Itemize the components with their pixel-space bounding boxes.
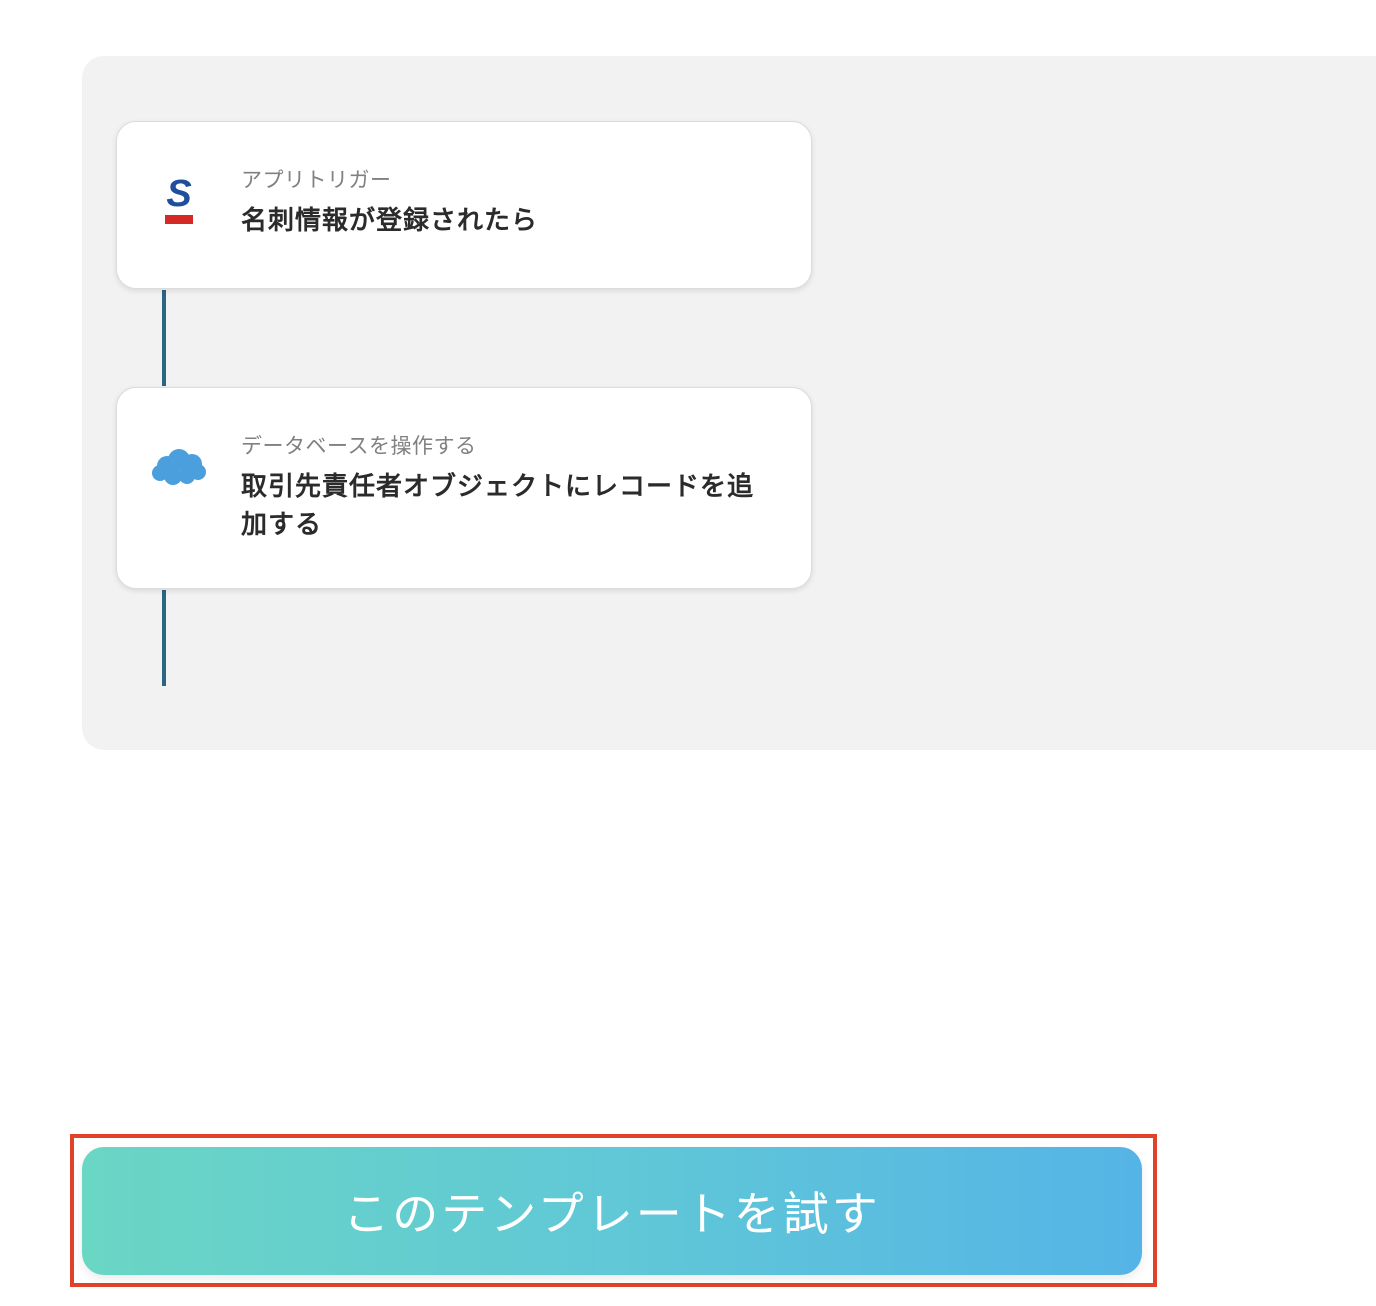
svg-text:S: S bbox=[166, 173, 191, 215]
step-kind-label: データベースを操作する bbox=[241, 434, 477, 458]
sansan-icon: S bbox=[151, 172, 207, 228]
try-template-button[interactable]: このテンプレートを試す bbox=[82, 1147, 1142, 1275]
step-title: 名刺情報が登録されたら bbox=[241, 206, 539, 236]
flow-connector-line bbox=[162, 590, 166, 686]
salesforce-cloud-icon bbox=[151, 440, 207, 496]
try-template-button-label: このテンプレートを試す bbox=[343, 1187, 881, 1241]
step-title: 取引先責任者オブジェクトにレコードを追加する bbox=[241, 472, 755, 540]
flow-step-action[interactable]: データベースを操作する 取引先責任者オブジェクトにレコードを追加する bbox=[116, 387, 812, 589]
flow-connector-line bbox=[162, 290, 166, 386]
step-kind-label: アプリトリガー bbox=[241, 168, 392, 192]
flow-step-trigger[interactable]: S アプリトリガー 名刺情報が登録されたら bbox=[116, 121, 812, 289]
